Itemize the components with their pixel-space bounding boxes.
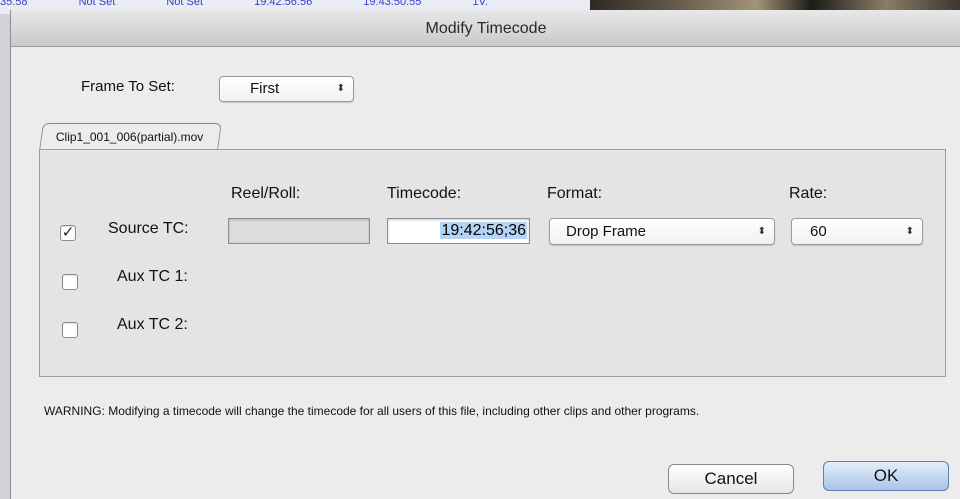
frame-to-set-value: First bbox=[250, 80, 280, 97]
background-list-cells: 35.58 Not Set Not Set 19:42:56:56 19:43:… bbox=[0, 0, 590, 10]
source-timecode-field[interactable]: 19:42:56;36 bbox=[387, 218, 530, 244]
cancel-button[interactable]: Cancel bbox=[668, 464, 794, 494]
popup-arrows-icon: ⬍ bbox=[336, 83, 345, 94]
background-cell: 35.58 bbox=[0, 0, 28, 8]
source-rate-value: 60 bbox=[810, 223, 827, 240]
modify-timecode-dialog: Modify Timecode Frame To Set: First ⬍ Cl… bbox=[10, 10, 960, 499]
timecode-panel bbox=[39, 149, 946, 377]
source-rate-popup[interactable]: 60 ⬍ bbox=[791, 218, 923, 245]
warning-text: WARNING: Modifying a timecode will chang… bbox=[44, 404, 700, 418]
aux-tc-2-label: Aux TC 2: bbox=[117, 316, 188, 333]
background-cell: Not Set bbox=[78, 0, 116, 8]
frame-to-set-label: Frame To Set: bbox=[81, 78, 175, 95]
source-reel-roll-field[interactable] bbox=[228, 218, 370, 244]
source-timecode-value: 19:42:56;36 bbox=[440, 222, 527, 239]
format-header: Format: bbox=[547, 185, 603, 202]
ok-button[interactable]: OK bbox=[823, 461, 949, 491]
aux-tc-1-checkbox[interactable] bbox=[62, 274, 78, 290]
timecode-header: Timecode: bbox=[387, 185, 462, 202]
rate-header: Rate: bbox=[789, 185, 828, 202]
aux-tc-2-checkbox[interactable] bbox=[62, 322, 78, 338]
tab-clip-file-label: Clip1_001_006(partial).mov bbox=[55, 130, 204, 144]
popup-arrows-icon: ⬍ bbox=[757, 226, 766, 237]
source-tc-checkbox[interactable]: ✓ bbox=[60, 225, 76, 241]
dialog-title: Modify Timecode bbox=[11, 10, 960, 47]
source-format-popup[interactable]: Drop Frame ⬍ bbox=[549, 218, 775, 245]
frame-to-set-popup[interactable]: First ⬍ bbox=[219, 76, 354, 102]
tab-clip-file[interactable]: Clip1_001_006(partial).mov bbox=[39, 123, 223, 150]
checkmark-icon: ✓ bbox=[61, 224, 75, 241]
background-cell: 19:43:50:55 bbox=[363, 0, 422, 8]
source-format-value: Drop Frame bbox=[566, 223, 647, 240]
aux-tc-1-label: Aux TC 1: bbox=[117, 268, 188, 285]
background-cell: 19:42:56:56 bbox=[254, 0, 313, 8]
background-cell: 1V. bbox=[472, 0, 488, 8]
reel-roll-header: Reel/Roll: bbox=[231, 185, 301, 202]
popup-arrows-icon: ⬍ bbox=[905, 226, 914, 237]
background-cell: Not Set bbox=[166, 0, 204, 8]
source-tc-label: Source TC: bbox=[108, 220, 189, 237]
